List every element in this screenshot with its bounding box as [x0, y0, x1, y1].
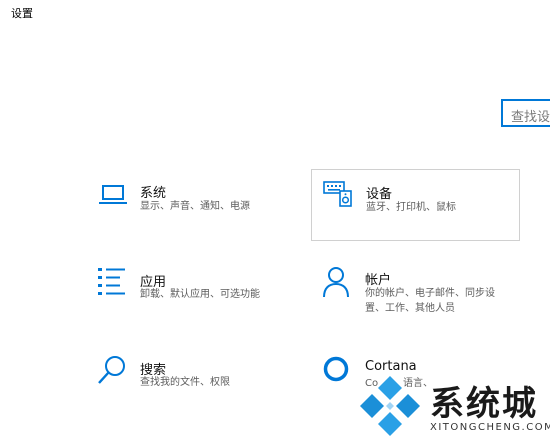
- tile-accounts[interactable]: 帐户 你的帐户、电子邮件、同步设 置、工作、其他人员: [311, 258, 521, 328]
- tile-apps[interactable]: 应用 卸载、默认应用、可选功能: [90, 258, 300, 328]
- tile-description: 卸载、默认应用、可选功能: [140, 289, 260, 300]
- person-icon: [323, 267, 349, 298]
- watermark-url: XITONGCHENG.COM: [430, 422, 550, 433]
- tile-description: 蓝牙、打印机、鼠标: [366, 202, 456, 213]
- magnifier-icon: [98, 356, 125, 384]
- keyboard-speaker-icon: [323, 181, 352, 207]
- app-list-icon: [98, 268, 125, 295]
- tile-description-line2: 置、工作、其他人员: [365, 303, 455, 314]
- tile-description: 查找我的文件、权限: [140, 377, 230, 388]
- app-title: 设置: [11, 7, 33, 20]
- tile-system[interactable]: 系统 显示、声音、通知、电源: [90, 170, 300, 240]
- tile-description: 显示、声音、通知、电源: [140, 201, 250, 212]
- cortana-ring-icon: [323, 356, 349, 382]
- watermark-logo-icon: [360, 376, 420, 436]
- search-placeholder: 查找设置: [511, 110, 550, 125]
- tile-devices[interactable]: 设备 蓝牙、打印机、鼠标: [311, 169, 520, 241]
- tile-search[interactable]: 搜索 查找我的文件、权限: [90, 346, 300, 416]
- tile-description: 你的帐户、电子邮件、同步设: [365, 288, 495, 299]
- watermark-text: 系统城: [430, 384, 538, 424]
- watermark: 系统城 XITONGCHENG.COM: [356, 362, 550, 444]
- search-input[interactable]: 查找设置: [501, 99, 550, 127]
- laptop-icon: [99, 185, 127, 204]
